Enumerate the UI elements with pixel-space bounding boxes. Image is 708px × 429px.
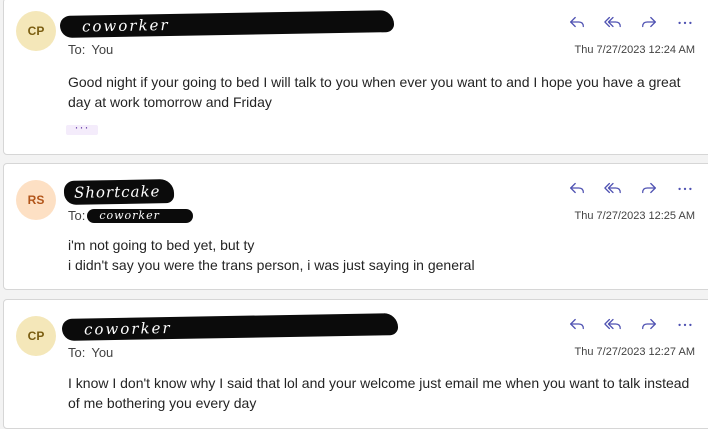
reply-all-icon[interactable] bbox=[601, 312, 625, 336]
sender-name: Shortcake bbox=[73, 182, 161, 202]
message-body-line: i'm not going to bed yet, but ty bbox=[68, 237, 255, 253]
message-actions bbox=[565, 176, 697, 200]
to-value: coworker bbox=[99, 209, 160, 222]
sender-name: coworker bbox=[83, 319, 172, 339]
to-label: To: bbox=[68, 42, 86, 57]
forward-icon[interactable] bbox=[637, 312, 661, 336]
sender-name-redacted: coworker bbox=[59, 10, 395, 38]
sender-name-redacted: coworker bbox=[61, 313, 399, 341]
forward-icon[interactable] bbox=[637, 176, 661, 200]
message-card[interactable]: CP coworker To: You Thu 7/27/2023 12:24 … bbox=[3, 0, 708, 155]
message-body-line: i didn't say you were the trans person, … bbox=[68, 257, 475, 273]
more-icon[interactable] bbox=[673, 176, 697, 200]
message-body: Good night if your going to bed I will t… bbox=[68, 74, 681, 110]
message-card[interactable]: CP coworker To: You Thu 7/27/2023 12:27 … bbox=[3, 299, 708, 429]
reply-icon[interactable] bbox=[565, 176, 589, 200]
avatar: CP bbox=[16, 316, 56, 356]
message-card[interactable]: RS Shortcake To: coworker Thu 7/27/2023 … bbox=[3, 163, 708, 290]
to-label: To: bbox=[68, 208, 86, 223]
sender-name-redacted: Shortcake bbox=[63, 179, 175, 205]
more-icon[interactable] bbox=[673, 312, 697, 336]
reply-icon[interactable] bbox=[565, 10, 589, 34]
timestamp: Thu 7/27/2023 12:27 AM bbox=[574, 346, 695, 358]
more-icon[interactable] bbox=[673, 10, 697, 34]
message-actions bbox=[565, 10, 697, 34]
avatar: RS bbox=[16, 180, 56, 220]
to-value: You bbox=[91, 42, 114, 57]
reply-all-icon[interactable] bbox=[601, 176, 625, 200]
message-body: I know I don't know why I said that lol … bbox=[68, 375, 690, 411]
to-value-redacted: coworker bbox=[87, 208, 194, 223]
message-actions bbox=[565, 312, 697, 336]
forward-icon[interactable] bbox=[637, 10, 661, 34]
reply-all-icon[interactable] bbox=[601, 10, 625, 34]
timestamp: Thu 7/27/2023 12:25 AM bbox=[574, 210, 695, 222]
sender-name: coworker bbox=[81, 16, 170, 36]
to-row: To: You bbox=[68, 42, 113, 57]
show-more-button[interactable]: ··· bbox=[66, 121, 98, 135]
to-label: To: bbox=[68, 345, 86, 360]
reply-icon[interactable] bbox=[565, 312, 589, 336]
to-row: To: coworker bbox=[68, 208, 194, 223]
to-row: To: You bbox=[68, 345, 113, 360]
avatar: CP bbox=[16, 11, 56, 51]
timestamp: Thu 7/27/2023 12:24 AM bbox=[574, 44, 695, 56]
to-value: You bbox=[91, 345, 114, 360]
